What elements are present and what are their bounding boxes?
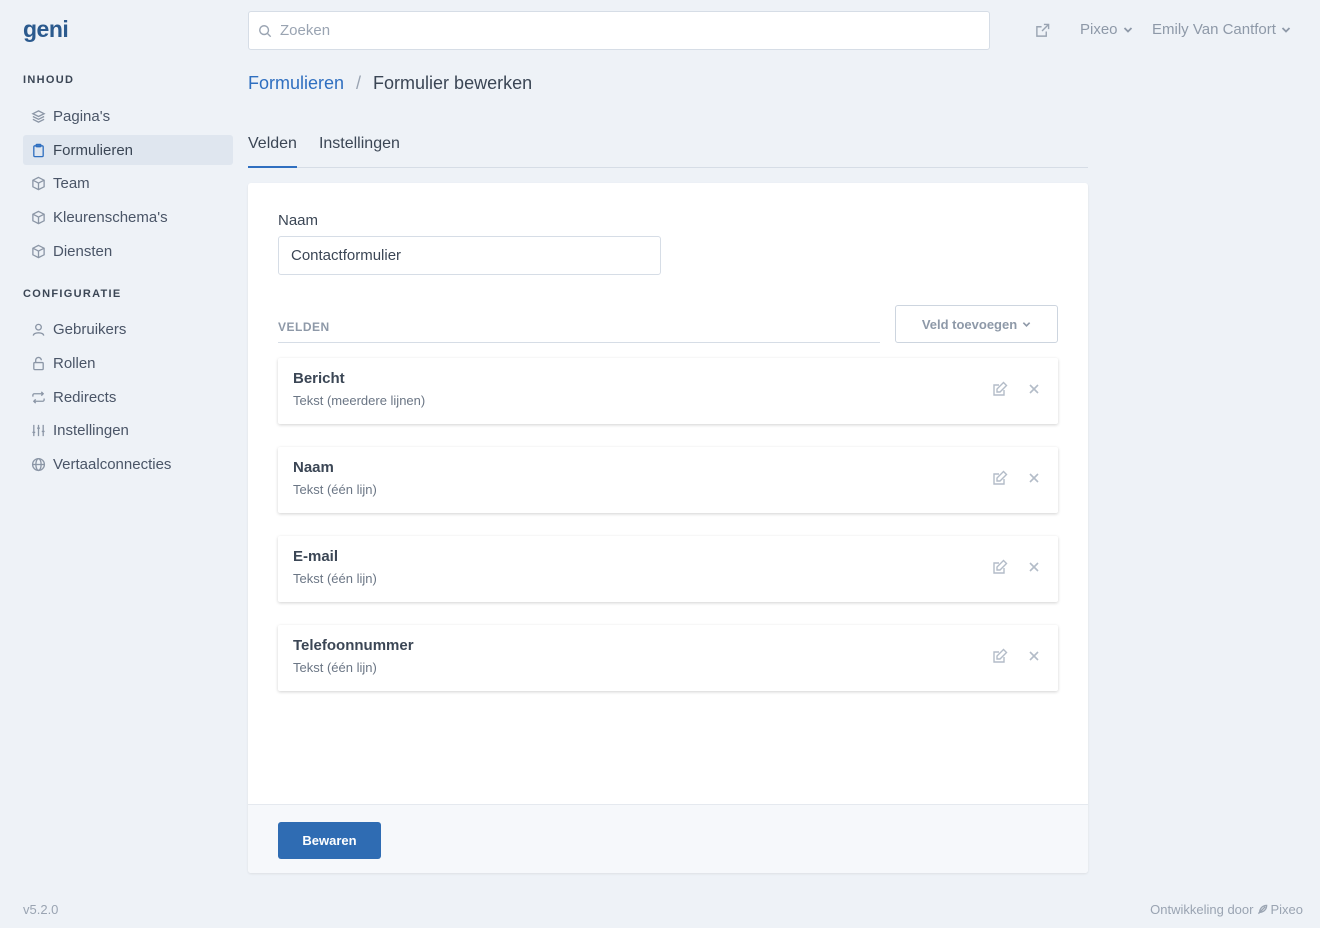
search-input[interactable]: [280, 22, 960, 39]
tab-instellingen[interactable]: Instellingen: [319, 126, 400, 168]
page-title: Formulier bewerken: [373, 73, 533, 93]
close-icon[interactable]: [1028, 471, 1042, 485]
repeat-icon: [32, 390, 45, 404]
field-row-email[interactable]: E-mail Tekst (één lijn): [278, 536, 1058, 602]
sidebar-item-kleurenschemas[interactable]: Kleurenschema's: [23, 202, 233, 232]
field-type: Tekst (één lijn): [293, 660, 377, 675]
version-label: v5.2.0: [23, 902, 59, 917]
search-bar: [248, 11, 990, 50]
breadcrumb-separator: /: [356, 73, 362, 93]
sidebar-item-redirects[interactable]: Redirects: [23, 382, 233, 412]
clipboard-icon: [33, 143, 44, 157]
layers-icon: [31, 109, 46, 123]
sidebar-item-team[interactable]: Team: [23, 168, 233, 198]
edit-icon[interactable]: [992, 559, 1010, 577]
field-title: Bericht: [293, 370, 345, 387]
field-type: Tekst (één lijn): [293, 482, 377, 497]
section-title-inhoud: INHOUD: [23, 74, 75, 86]
tab-velden[interactable]: Velden: [248, 126, 297, 168]
chevron-down-icon: [1022, 321, 1031, 327]
field-row-bericht[interactable]: Bericht Tekst (meerdere lijnen): [278, 358, 1058, 424]
chevron-down-icon: [1281, 26, 1291, 33]
sidebar-item-instellingen[interactable]: Instellingen: [23, 415, 233, 445]
sidebar-item-vertaalconnecties[interactable]: Vertaalconnecties: [23, 449, 233, 479]
card-footer: Bewaren: [248, 804, 1088, 873]
add-field-button[interactable]: Veld toevoegen: [895, 305, 1058, 343]
sidebar-item-rollen[interactable]: Rollen: [23, 348, 233, 378]
tab-bar: Velden Instellingen: [248, 126, 1088, 168]
sidebar-item-diensten[interactable]: Diensten: [23, 236, 233, 266]
name-label: Naam: [278, 212, 319, 229]
cube-icon: [32, 210, 45, 224]
credits-link-pixeo[interactable]: Pixeo: [1270, 902, 1303, 917]
cube-icon: [32, 176, 45, 190]
name-input[interactable]: [278, 236, 661, 275]
credits: Ontwikkeling door Pixeo: [1150, 902, 1303, 917]
field-title: E-mail: [293, 548, 339, 565]
user-menu[interactable]: Emily Van Cantfort: [1152, 21, 1291, 38]
external-link-icon[interactable]: [1035, 23, 1050, 38]
app-logo[interactable]: geni: [23, 16, 69, 43]
form-card: Naam VELDEN Veld toevoegen Bericht Tekst…: [248, 183, 1088, 873]
org-menu[interactable]: Pixeo: [1080, 21, 1133, 38]
search-icon: [259, 24, 272, 37]
sidebar-item-formulieren[interactable]: Formulieren: [23, 135, 233, 165]
section-title-configuratie: CONFIGURATIE: [23, 288, 122, 300]
save-button[interactable]: Bewaren: [278, 822, 381, 859]
close-icon[interactable]: [1028, 560, 1042, 574]
close-icon[interactable]: [1028, 649, 1042, 663]
sidebar-item-paginas[interactable]: Pagina's: [23, 101, 233, 131]
field-title: Naam: [293, 459, 334, 476]
user-icon: [32, 323, 45, 336]
field-row-telefoonnummer[interactable]: Telefoonnummer Tekst (één lijn): [278, 625, 1058, 691]
globe-icon: [31, 457, 46, 471]
close-icon[interactable]: [1028, 382, 1042, 396]
lock-icon: [33, 356, 44, 370]
field-title: Telefoonnummer: [293, 637, 414, 654]
feather-icon: [1258, 904, 1268, 915]
fields-heading: VELDEN: [278, 320, 880, 343]
breadcrumb: Formulieren / Formulier bewerken: [248, 73, 532, 94]
sidebar-item-gebruikers[interactable]: Gebruikers: [23, 314, 233, 344]
field-type: Tekst (meerdere lijnen): [293, 393, 426, 408]
edit-icon[interactable]: [992, 470, 1010, 488]
cube-icon: [32, 244, 45, 258]
edit-icon[interactable]: [992, 381, 1010, 399]
chevron-down-icon: [1123, 26, 1132, 33]
field-type: Tekst (één lijn): [293, 571, 377, 586]
sliders-icon: [32, 424, 45, 436]
breadcrumb-link-formulieren[interactable]: Formulieren: [248, 73, 344, 94]
edit-icon[interactable]: [992, 648, 1010, 666]
field-row-naam[interactable]: Naam Tekst (één lijn): [278, 447, 1058, 513]
